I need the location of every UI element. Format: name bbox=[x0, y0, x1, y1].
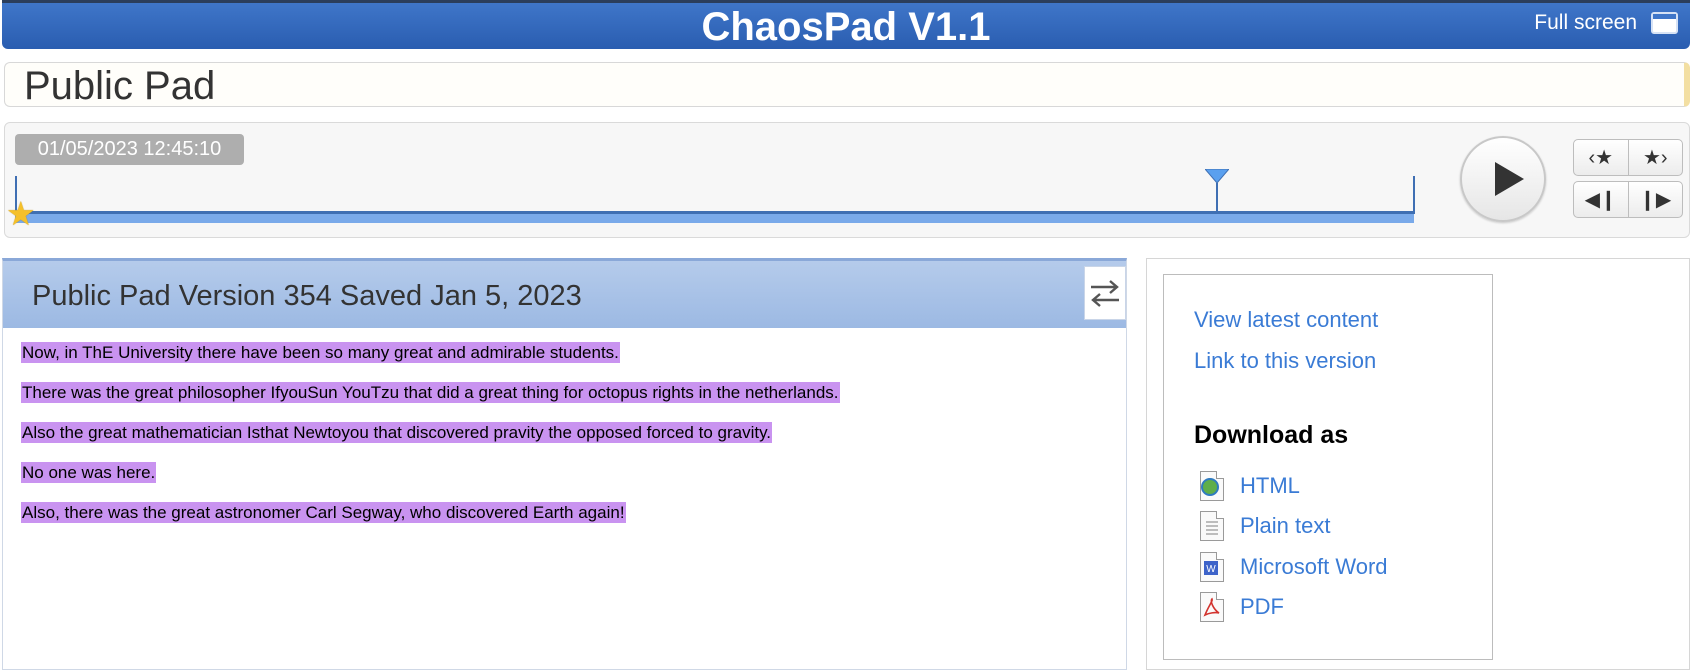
sidebar: View latest content Link to this version… bbox=[1146, 258, 1690, 670]
starred-nav-group: ‹★ ★› bbox=[1573, 139, 1683, 176]
slider-track[interactable] bbox=[15, 211, 1414, 223]
fullscreen-label: Full screen bbox=[1534, 11, 1637, 34]
fullscreen-button[interactable]: Full screen bbox=[1534, 11, 1678, 35]
pad-name: Public Pad bbox=[24, 64, 216, 108]
link-to-version-link[interactable]: Link to this version bbox=[1194, 348, 1376, 374]
pdf-file-icon bbox=[1200, 592, 1224, 622]
content-paragraph: Now, in ThE University there have been s… bbox=[21, 342, 620, 363]
content-paragraph: No one was here. bbox=[21, 462, 157, 483]
swap-view-button[interactable] bbox=[1084, 266, 1126, 320]
revision-panel: Public Pad Version 354 Saved Jan 5, 2023… bbox=[2, 258, 1127, 670]
content-paragraph: There was the great philosopher IfyouSun… bbox=[21, 382, 840, 403]
prev-star-icon: ‹★ bbox=[1588, 147, 1614, 169]
download-heading: Download as bbox=[1194, 421, 1349, 449]
download-word[interactable]: W Microsoft Word bbox=[1200, 552, 1388, 582]
step-forward-icon: ❙▶ bbox=[1639, 189, 1672, 211]
previous-star-button[interactable]: ‹★ bbox=[1574, 140, 1628, 175]
next-star-button[interactable]: ★› bbox=[1627, 140, 1683, 175]
revision-content: Now, in ThE University there have been s… bbox=[3, 328, 1126, 556]
step-back-button[interactable]: ◀❙ bbox=[1574, 182, 1628, 217]
download-html[interactable]: HTML bbox=[1200, 471, 1300, 501]
word-file-icon: W bbox=[1200, 552, 1224, 582]
view-latest-link[interactable]: View latest content bbox=[1194, 307, 1378, 333]
star-marker-icon[interactable]: ★ bbox=[6, 197, 36, 230]
content-paragraph: Also the great mathematician Isthat Newt… bbox=[21, 422, 773, 443]
html-file-icon bbox=[1200, 471, 1224, 501]
step-forward-button[interactable]: ❙▶ bbox=[1627, 182, 1683, 217]
window-icon bbox=[1651, 12, 1678, 34]
slider-end-tick bbox=[1413, 176, 1415, 214]
timestamp-badge: 01/05/2023 12:45:10 bbox=[15, 134, 244, 165]
step-back-icon: ◀❙ bbox=[1584, 189, 1617, 211]
swap-arrows-icon bbox=[1091, 280, 1119, 307]
timeslider: 01/05/2023 12:45:10 ★ ‹★ ★› ◀❙ ❙▶ bbox=[4, 122, 1690, 238]
sidebar-box: View latest content Link to this version… bbox=[1163, 274, 1493, 660]
app-title: ChaosPad V1.1 bbox=[701, 5, 991, 49]
download-pdf[interactable]: PDF bbox=[1200, 592, 1284, 622]
pad-name-bar: Public Pad bbox=[4, 62, 1690, 108]
download-plain-text[interactable]: Plain text bbox=[1200, 511, 1331, 541]
next-star-icon: ★› bbox=[1642, 147, 1668, 169]
revision-header: Public Pad Version 354 Saved Jan 5, 2023 bbox=[3, 261, 1126, 328]
step-nav-group: ◀❙ ❙▶ bbox=[1573, 181, 1683, 218]
svg-text:W: W bbox=[1206, 564, 1216, 575]
revision-title: Public Pad Version 354 Saved Jan 5, 2023 bbox=[32, 280, 582, 312]
text-file-icon bbox=[1200, 511, 1224, 541]
top-bar: ChaosPad V1.1 Full screen bbox=[2, 0, 1690, 49]
slider-handle[interactable] bbox=[1205, 169, 1229, 215]
play-button[interactable] bbox=[1460, 136, 1546, 222]
content-paragraph: Also, there was the great astronomer Car… bbox=[21, 502, 626, 523]
